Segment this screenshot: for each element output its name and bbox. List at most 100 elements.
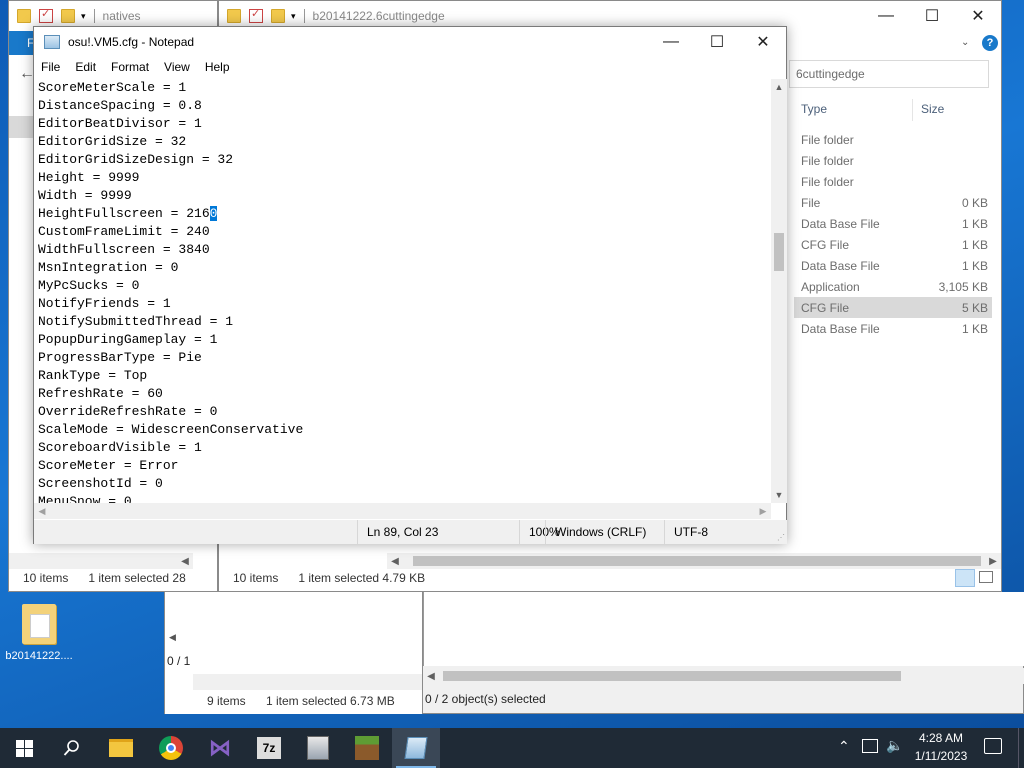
scroll-left-arrow-icon[interactable]: ◀ (169, 632, 176, 643)
text-line: CustomFrameLimit = 240 (38, 224, 210, 239)
nav-pane-selected-item[interactable] (9, 116, 35, 138)
status-line-ending: Windows (CRLF) (545, 520, 664, 544)
clock-time[interactable]: 4:28 AM (908, 731, 974, 745)
list-item[interactable]: CFG File 1 KB (794, 234, 992, 255)
taskbar-file-explorer[interactable] (97, 728, 145, 768)
scroll-up-arrow-icon[interactable]: ▲ (771, 79, 787, 95)
close-button[interactable]: ✕ (740, 27, 786, 57)
windows-logo-icon (15, 739, 33, 757)
details-view-button[interactable] (955, 569, 975, 587)
help-icon[interactable]: ? (982, 35, 998, 51)
new-folder-icon[interactable] (271, 9, 285, 23)
menu-view[interactable]: View (157, 60, 198, 74)
text-segment: HeightFullscreen = 216 (38, 206, 210, 221)
scroll-left-arrow-icon[interactable]: ◀ (34, 503, 50, 519)
chevron-down-icon[interactable]: ▾ (291, 11, 296, 22)
status-cursor-position: Ln 89, Col 23 (357, 520, 519, 544)
vertical-scrollbar[interactable]: ▲ ▼ (771, 79, 787, 503)
file-list[interactable] (423, 592, 1024, 666)
visual-studio-icon: ⋈ (209, 735, 231, 760)
large-icons-view-button[interactable] (979, 571, 993, 583)
scrollbar-thumb[interactable] (774, 233, 784, 271)
list-item[interactable]: File folder (794, 150, 992, 171)
taskbar-7zip[interactable]: 7z (245, 728, 293, 768)
scroll-right-arrow-icon[interactable]: ▶ (755, 503, 771, 519)
clock-date[interactable]: 1/11/2023 (908, 749, 974, 763)
list-item[interactable]: Data Base File 1 KB (794, 318, 992, 339)
volume-icon[interactable]: 🔈 (886, 737, 903, 754)
minimize-button[interactable]: — (648, 27, 694, 57)
taskbar-notepad[interactable] (392, 728, 440, 768)
menu-help[interactable]: Help (198, 60, 238, 74)
menu-file[interactable]: File (34, 60, 68, 74)
ribbon-expand-icon[interactable]: ⌄ (961, 37, 969, 48)
text-line: NotifyFriends = 1 (38, 296, 171, 311)
taskbar-visual-studio[interactable]: ⋈ (196, 728, 244, 768)
maximize-button[interactable]: ☐ (909, 1, 955, 31)
search-input[interactable]: 6cuttingedge (789, 60, 989, 88)
chrome-icon (159, 736, 183, 760)
file-explorer-icon (109, 739, 133, 757)
properties-icon[interactable] (39, 7, 53, 23)
menu-edit[interactable]: Edit (68, 60, 104, 74)
notepad-icon (44, 35, 60, 49)
menu-bar: File Edit Format View Help (34, 57, 786, 77)
new-folder-icon[interactable] (61, 9, 75, 23)
show-desktop-button[interactable] (1018, 728, 1024, 768)
properties-icon[interactable] (249, 7, 263, 23)
text-line: MenuSnow = 0 (38, 494, 132, 503)
search-button[interactable] (48, 728, 96, 768)
horizontal-scrollbar[interactable] (193, 674, 423, 690)
taskbar-minecraft[interactable] (343, 728, 391, 768)
text-line: EditorGridSize = 32 (38, 134, 187, 149)
list-item[interactable]: File folder (794, 129, 992, 150)
chevron-up-icon[interactable]: ⌃ (838, 738, 850, 755)
menu-format[interactable]: Format (104, 60, 157, 74)
list-item-selected[interactable]: CFG File 5 KB (794, 297, 992, 318)
status-bar: Ln 89, Col 23 100% Windows (CRLF) UTF-8 … (34, 520, 787, 544)
column-header-type[interactable]: Type (801, 102, 827, 116)
divider (93, 9, 95, 23)
list-item[interactable]: File 0 KB (794, 192, 992, 213)
horizontal-scrollbar[interactable]: ◀ ▶ (34, 503, 771, 519)
text-line: DistanceSpacing = 0.8 (38, 98, 202, 113)
text-editor[interactable]: ScoreMeterScale = 1 DistanceSpacing = 0.… (34, 79, 771, 503)
status-selection: 0 / 2 object(s) selected (425, 692, 546, 706)
resize-grip-icon[interactable]: ⋰ (777, 533, 785, 542)
list-item[interactable]: Data Base File 1 KB (794, 255, 992, 276)
list-item[interactable]: Application 3,105 KB (794, 276, 992, 297)
status-item-count: 10 items (233, 571, 279, 585)
chevron-down-icon[interactable]: ▾ (81, 11, 86, 22)
text-line: NotifySubmittedThread = 1 (38, 314, 234, 329)
search-icon (63, 740, 79, 756)
desktop-icon-label: b20141222.... (5, 650, 73, 662)
start-button[interactable] (0, 728, 48, 768)
scrollbar-thumb[interactable] (443, 671, 901, 681)
list-item[interactable]: File folder (794, 171, 992, 192)
list-item[interactable]: Data Base File 1 KB (794, 213, 992, 234)
horizontal-scrollbar[interactable]: ◀ (423, 668, 1024, 684)
notepad-window[interactable]: osu!.VM5.cfg - Notepad — ☐ ✕ File Edit F… (33, 26, 787, 544)
taskbar: ⋈ 7z ⌃ 🔈 4:28 AM 1/11/2023 (0, 728, 1024, 768)
maximize-button[interactable]: ☐ (694, 27, 740, 57)
scroll-down-arrow-icon[interactable]: ▼ (771, 487, 787, 503)
network-icon[interactable] (862, 739, 878, 753)
scroll-left-arrow-icon[interactable]: ◀ (423, 668, 439, 684)
explorer-window-3[interactable]: 0 / 1 ◀ 9 items 1 item selected 6.73 MB (164, 592, 423, 714)
installer-icon (307, 736, 329, 760)
column-divider (912, 99, 913, 121)
text-line: EditorBeatDivisor = 1 (38, 116, 202, 131)
taskbar-chrome[interactable] (147, 728, 195, 768)
folder-icon (22, 604, 56, 644)
close-button[interactable]: ✕ (955, 1, 1001, 31)
column-header-size[interactable]: Size (921, 102, 944, 116)
minimize-button[interactable]: — (863, 1, 909, 31)
text-line: MyPcSucks = 0 (38, 278, 140, 293)
selected-text: 0 (209, 206, 218, 221)
text-line: ScoreMeterScale = 1 (38, 80, 187, 95)
status-selection: 1 item selected 28 (88, 571, 186, 585)
sevenzip-window[interactable]: ◀ 0 / 2 object(s) selected (422, 592, 1024, 714)
notifications-icon[interactable] (984, 738, 1002, 754)
desktop-folder-shortcut[interactable]: b20141222.... (4, 604, 74, 662)
taskbar-installer[interactable] (294, 728, 342, 768)
